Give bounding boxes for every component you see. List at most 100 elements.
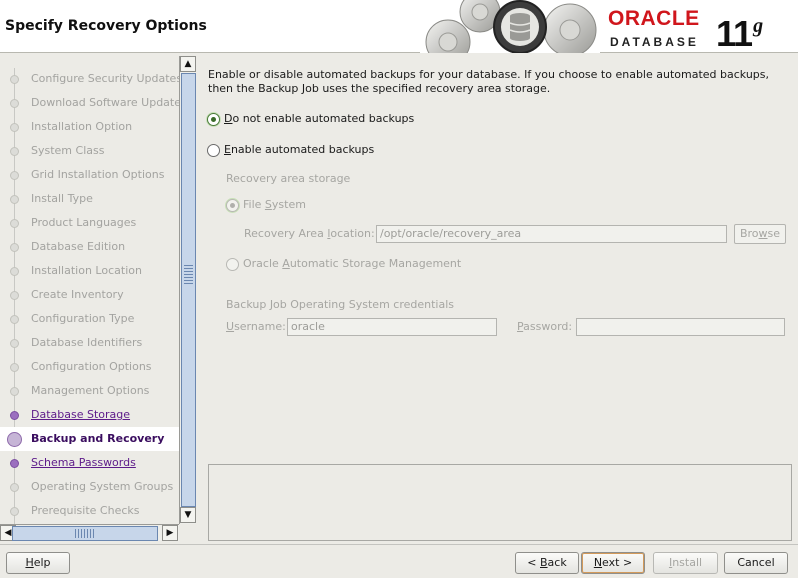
step-indicator-icon — [10, 267, 19, 276]
nav-step: Database Edition — [0, 235, 179, 259]
gears-graphic-icon — [420, 0, 600, 53]
nav-step: Configuration Options — [0, 355, 179, 379]
file-system-radio[interactable] — [226, 199, 239, 212]
header-banner: Specify Recovery Options ORACLE DATABASE… — [0, 0, 798, 54]
nav-step-label: Prerequisite Checks — [31, 504, 140, 517]
nav-step: Download Software Updates — [0, 91, 179, 115]
nav-step: Product Languages — [0, 211, 179, 235]
nav-step-label: Installation Option — [31, 120, 133, 133]
step-indicator-icon — [10, 75, 19, 84]
nav-step[interactable]: Database Storage — [0, 403, 179, 427]
nav-step[interactable]: Backup and Recovery — [0, 427, 179, 451]
database-product-text: DATABASE — [610, 35, 699, 49]
username-label: Username: — [226, 320, 286, 333]
nav-step-label: Configuration Type — [31, 312, 135, 325]
step-indicator-icon — [10, 195, 19, 204]
page-title: Specify Recovery Options — [5, 18, 207, 34]
nav-step: Prerequisite Checks — [0, 499, 179, 523]
username-input[interactable]: oracle — [287, 318, 497, 336]
scroll-right-arrow-icon[interactable]: ▶ — [162, 525, 178, 541]
nav-step-label: Product Languages — [31, 216, 137, 229]
nav-step-label: Database Edition — [31, 240, 126, 253]
nav-step: Install Type — [0, 187, 179, 211]
recovery-location-input[interactable]: /opt/oracle/recovery_area — [376, 225, 727, 243]
nav-step-label: Configure Security Updates — [31, 72, 179, 85]
enable-backup-label[interactable]: Enable automated backups — [224, 143, 374, 156]
scroll-down-arrow-icon[interactable]: ▼ — [180, 507, 196, 523]
nav-step[interactable]: Schema Passwords — [0, 451, 179, 475]
file-system-label[interactable]: File System — [243, 198, 306, 211]
nav-step: Installation Location — [0, 259, 179, 283]
oracle-logo: ORACLE DATABASE — [608, 8, 708, 50]
nav-step-label: Database Identifiers — [31, 336, 143, 349]
nav-step-label: Database Storage — [31, 408, 131, 421]
nav-step-label: Create Inventory — [31, 288, 124, 301]
step-indicator-icon — [10, 243, 19, 252]
no-backup-label[interactable]: Do not enable automated backups — [224, 112, 414, 125]
version-badge: 11g — [716, 6, 763, 54]
recovery-location-label: Recovery Area location: — [244, 227, 375, 240]
footer-divider — [0, 544, 798, 545]
step-indicator-icon — [10, 147, 19, 156]
step-indicator-icon — [7, 432, 22, 447]
step-indicator-icon — [10, 411, 19, 420]
step-indicator-icon — [10, 339, 19, 348]
step-indicator-icon — [10, 483, 19, 492]
message-area — [208, 464, 792, 541]
nav-step-label: Configuration Options — [31, 360, 152, 373]
credentials-label: Backup Job Operating System credentials — [226, 298, 454, 311]
steps-list: Configure Security Updates Download Softw… — [0, 56, 179, 524]
nav-step: Configuration Type — [0, 307, 179, 331]
scroll-grip-icon — [184, 264, 193, 284]
oracle-brand-text: ORACLE — [608, 7, 700, 30]
no-backup-radio[interactable] — [207, 113, 220, 126]
nav-step-label: Schema Passwords — [31, 456, 136, 469]
nav-step: Database Identifiers — [0, 331, 179, 355]
steps-navigator: Configure Security Updates Download Softw… — [0, 56, 196, 542]
intro-text: Enable or disable automated backups for … — [208, 68, 769, 95]
step-indicator-icon — [10, 219, 19, 228]
step-indicator-icon — [10, 459, 19, 468]
back-button[interactable]: < Back — [515, 552, 579, 574]
recovery-storage-label: Recovery area storage — [226, 172, 351, 185]
nav-step-label: Operating System Groups — [31, 480, 174, 493]
scroll-grip-icon — [75, 529, 95, 538]
step-indicator-icon — [10, 387, 19, 396]
password-input[interactable] — [576, 318, 785, 336]
nav-step-label: Install Type — [31, 192, 93, 205]
nav-step-label: Installation Location — [31, 264, 142, 277]
password-label: Password: — [517, 320, 573, 333]
help-button[interactable]: Help — [6, 552, 70, 574]
nav-step: Installation Option — [0, 115, 179, 139]
asm-radio[interactable] — [226, 258, 239, 271]
nav-step: Grid Installation Options — [0, 163, 179, 187]
step-indicator-icon — [10, 123, 19, 132]
horizontal-scroll-thumb[interactable] — [12, 526, 158, 541]
main-content: Enable or disable automated backups for … — [196, 54, 798, 544]
browse-button[interactable]: Browse — [734, 224, 786, 244]
nav-step: Operating System Groups — [0, 475, 179, 499]
step-indicator-icon — [10, 507, 19, 516]
nav-step-label: System Class — [31, 144, 105, 157]
asm-label[interactable]: Oracle Automatic Storage Management — [243, 257, 461, 270]
install-button[interactable]: Install — [653, 552, 718, 574]
nav-step-label: Download Software Updates — [31, 96, 179, 109]
nav-step-label: Management Options — [31, 384, 150, 397]
steps-vertical-scrollbar[interactable]: ▲ ▼ — [179, 56, 196, 524]
version-number: 11 — [716, 13, 753, 54]
version-suffix: g — [753, 15, 763, 37]
step-indicator-icon — [10, 291, 19, 300]
enable-backup-radio[interactable] — [207, 144, 220, 157]
scroll-up-arrow-icon[interactable]: ▲ — [180, 56, 196, 72]
step-indicator-icon — [10, 363, 19, 372]
next-button[interactable]: Next > — [581, 552, 645, 574]
steps-horizontal-scrollbar[interactable]: ◀ ▶ — [0, 524, 179, 541]
nav-step-label: Backup and Recovery — [31, 432, 165, 445]
step-indicator-icon — [10, 171, 19, 180]
nav-step: System Class — [0, 139, 179, 163]
cancel-button[interactable]: Cancel — [724, 552, 788, 574]
nav-step-label: Grid Installation Options — [31, 168, 165, 181]
vertical-scroll-thumb[interactable] — [181, 73, 196, 507]
step-indicator-icon — [10, 315, 19, 324]
step-indicator-icon — [10, 99, 19, 108]
